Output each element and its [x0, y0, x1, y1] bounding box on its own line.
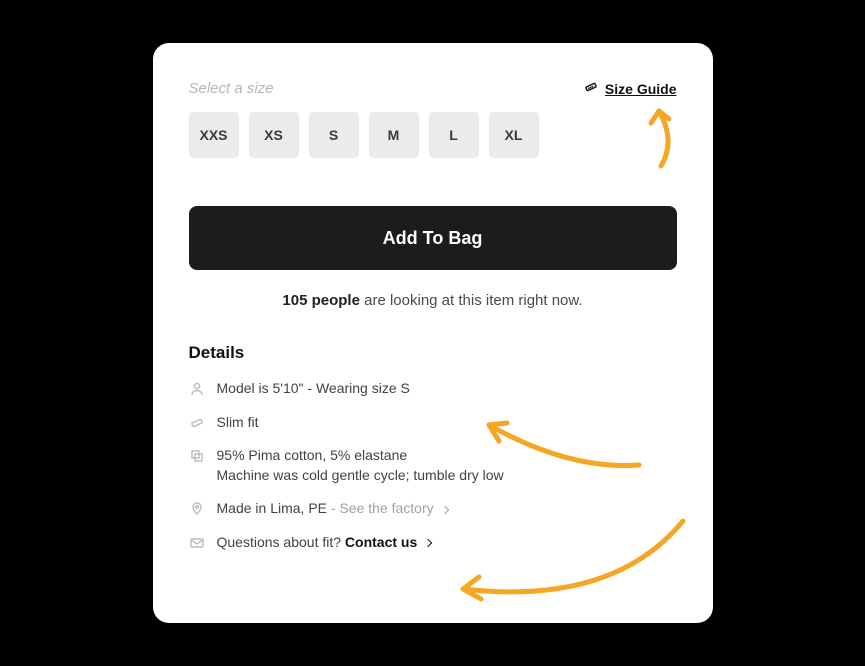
ruler-icon	[583, 79, 599, 98]
detail-model-text: Model is 5'10" - Wearing size S	[217, 379, 410, 399]
detail-fabric-text: 95% Pima cotton, 5% elastane	[217, 447, 408, 463]
detail-origin-block: Made in Lima, PE - See the factory	[217, 499, 448, 519]
viewers-count: 105 people	[282, 292, 360, 309]
viewers-suffix: are looking at this item right now.	[360, 292, 583, 309]
chevron-right-icon	[440, 505, 448, 513]
size-options: XXS XS S M L XL	[189, 112, 677, 158]
product-card: Select a size Size Guide XXS XS S M L XL…	[153, 43, 713, 623]
size-guide-label: Size Guide	[605, 81, 677, 97]
size-header-row: Select a size Size Guide	[189, 79, 677, 98]
detail-fit-text: Slim fit	[217, 413, 259, 433]
detail-contact-text: Questions about fit?	[217, 534, 345, 550]
ruler-small-icon	[189, 415, 205, 431]
size-option-s[interactable]: S	[309, 112, 359, 158]
detail-fabric-block: 95% Pima cotton, 5% elastane Machine was…	[217, 446, 504, 485]
details-heading: Details	[189, 343, 677, 363]
detail-contact-block: Questions about fit? Contact us	[217, 533, 432, 553]
size-option-xl[interactable]: XL	[489, 112, 539, 158]
fabric-icon	[189, 448, 205, 464]
detail-contact: Questions about fit? Contact us	[189, 533, 677, 553]
viewers-line: 105 people are looking at this item righ…	[189, 292, 677, 309]
mail-icon	[189, 535, 205, 551]
person-icon	[189, 381, 205, 397]
detail-fabric: 95% Pima cotton, 5% elastane Machine was…	[189, 446, 677, 485]
see-factory-link[interactable]: - See the factory	[331, 500, 448, 516]
add-to-bag-button[interactable]: Add To Bag	[189, 206, 677, 270]
detail-fit: Slim fit	[189, 413, 677, 433]
size-option-xxs[interactable]: XXS	[189, 112, 239, 158]
detail-model: Model is 5'10" - Wearing size S	[189, 379, 677, 399]
annotation-arrow-contact	[433, 511, 693, 611]
chevron-right-icon	[424, 539, 432, 547]
select-size-label: Select a size	[189, 80, 274, 97]
contact-us-link[interactable]: Contact us	[345, 534, 431, 550]
size-option-m[interactable]: M	[369, 112, 419, 158]
detail-care-text: Machine was cold gentle cycle; tumble dr…	[217, 467, 504, 483]
location-icon	[189, 501, 205, 517]
detail-origin: Made in Lima, PE - See the factory	[189, 499, 677, 519]
size-option-l[interactable]: L	[429, 112, 479, 158]
size-option-xs[interactable]: XS	[249, 112, 299, 158]
size-guide-link[interactable]: Size Guide	[583, 79, 677, 98]
detail-origin-text: Made in Lima, PE	[217, 500, 331, 516]
